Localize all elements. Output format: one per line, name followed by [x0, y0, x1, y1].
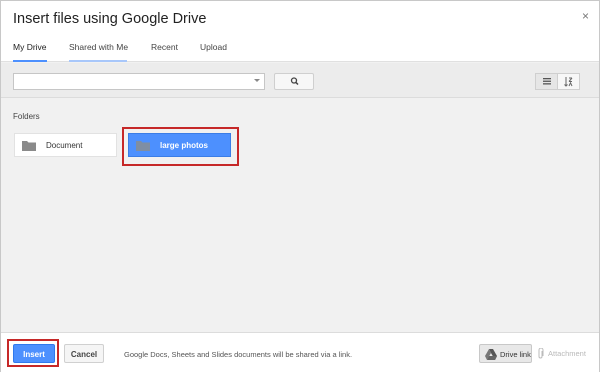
- close-icon[interactable]: ×: [582, 9, 589, 23]
- dialog-title: Insert files using Google Drive: [13, 11, 207, 27]
- search-button[interactable]: [274, 73, 314, 90]
- sharing-note: Google Docs, Sheets and Slides documents…: [124, 350, 353, 359]
- folder-name: large photos: [160, 141, 209, 150]
- tab-upload[interactable]: Upload: [200, 39, 227, 62]
- search-input[interactable]: [14, 74, 249, 89]
- drive-link-button[interactable]: Drive link: [479, 344, 532, 363]
- active-tab-indicator: [13, 60, 47, 62]
- folder-icon: [22, 141, 36, 151]
- drive-link-label: Drive link: [500, 350, 531, 359]
- dialog-footer: Insert Cancel Google Docs, Sheets and Sl…: [1, 332, 599, 372]
- search-icon: [290, 77, 299, 86]
- insert-files-dialog: Insert files using Google Drive × My Dri…: [0, 0, 600, 372]
- sort-az-icon: [564, 77, 573, 87]
- folder-item-document[interactable]: Document: [14, 133, 117, 157]
- toolbar: [1, 63, 599, 98]
- insert-button[interactable]: Insert: [13, 344, 55, 363]
- hover-tab-indicator: [69, 60, 127, 62]
- drive-icon: [485, 349, 497, 360]
- tab-recent[interactable]: Recent: [151, 39, 178, 62]
- search-box: [13, 73, 265, 90]
- attachment-label: Attachment: [548, 349, 586, 358]
- list-view-button[interactable]: [535, 73, 558, 90]
- folder-name: Document: [46, 141, 83, 150]
- folder-icon: [136, 141, 150, 151]
- tab-label: My Drive: [13, 42, 47, 52]
- folder-item-large-photos[interactable]: large photos: [128, 133, 231, 157]
- list-view-icon: [543, 78, 551, 85]
- sort-button[interactable]: [557, 73, 580, 90]
- dialog-header: Insert files using Google Drive × My Dri…: [1, 1, 599, 62]
- tab-shared-with-me[interactable]: Shared with Me: [69, 39, 129, 62]
- tab-label: Recent: [151, 42, 178, 52]
- folders-section-label: Folders: [13, 112, 40, 121]
- tab-my-drive[interactable]: My Drive: [13, 39, 47, 62]
- chevron-down-icon[interactable]: [254, 79, 260, 82]
- paperclip-icon: [538, 348, 544, 359]
- tab-label: Shared with Me: [69, 42, 129, 52]
- attachment-button[interactable]: Attachment: [536, 344, 591, 363]
- tab-label: Upload: [200, 42, 227, 52]
- cancel-button[interactable]: Cancel: [64, 344, 104, 363]
- view-options: [535, 73, 580, 90]
